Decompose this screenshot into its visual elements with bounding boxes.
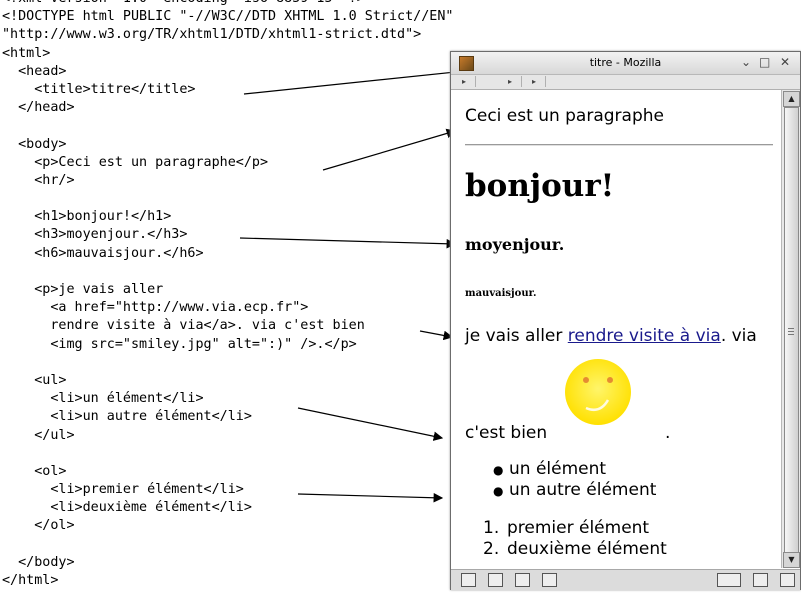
code-line: </head>	[2, 100, 75, 116]
code-line: <h1>bonjour!</h1>	[2, 209, 172, 225]
list-item-text: deuxième élément	[507, 539, 667, 559]
heading-h3: moyenjour.	[465, 235, 565, 254]
list-item: ● un élément	[493, 459, 656, 480]
grip-line	[788, 334, 794, 335]
ordered-list: 1. premier élément 2. deuxième élément	[483, 518, 667, 560]
code-line: <p>je vais aller	[2, 282, 164, 297]
code-line: </body>	[2, 554, 75, 570]
title-bar[interactable]: titre - Mozilla ⌄ □ ✕	[451, 52, 800, 75]
toolbar-grippy-3[interactable]: ▸	[523, 76, 546, 87]
list-item-text: un élément	[509, 459, 607, 479]
code-line: <ol>	[2, 463, 67, 479]
vertical-scrollbar[interactable]: ▲ ▼	[781, 90, 800, 568]
code-line: <h3>moyenjour.</h3>	[2, 227, 188, 243]
code-line: <li>un autre élément</li>	[2, 409, 252, 425]
maximize-icon[interactable]: □	[759, 55, 770, 69]
connection-icon[interactable]	[717, 573, 741, 587]
horizontal-rule	[465, 144, 773, 146]
code-line: <a href="http://www.via.ecp.fr">	[2, 300, 309, 316]
list-number: 2.	[483, 539, 500, 559]
code-line: <!DOCTYPE html PUBLIC "-//W3C//DTD XHTML…	[2, 9, 454, 25]
smiley-image	[565, 359, 631, 425]
toolbar-grippy-2[interactable]: ▸	[499, 76, 522, 87]
list-item-text: premier élément	[507, 518, 650, 538]
addressbook-icon[interactable]	[542, 573, 557, 587]
code-line: <img src="smiley.jpg" alt=":)" />.</p>	[2, 336, 357, 352]
paragraph-text-after-link: . via	[720, 326, 757, 346]
mail-icon[interactable]	[488, 573, 503, 587]
bullet-icon: ●	[493, 463, 504, 477]
code-line: </ul>	[2, 427, 75, 443]
code-line: "http://www.w3.org/TR/xhtml1/DTD/xhtml1-…	[2, 27, 422, 43]
source-code: <?xml version="1.0" encoding="iso-8859-1…	[2, 0, 453, 590]
scroll-thumb[interactable]	[784, 107, 799, 555]
code-line: <title>titre</title>	[2, 81, 196, 97]
code-line: <?xml version="1.0" encoding="iso-8859-1…	[2, 0, 453, 8]
list-number: 1.	[483, 518, 500, 538]
close-icon[interactable]: ✕	[780, 55, 790, 69]
unordered-list: ● un élément ● un autre élément	[493, 459, 656, 501]
code-line: <html>	[2, 45, 51, 61]
paragraph-text-start: je vais aller	[465, 326, 568, 346]
page-content: Ceci est un paragraphe bonjour! moyenjou…	[451, 90, 781, 568]
grip-line	[788, 331, 794, 332]
list-item: ● un autre élément	[493, 480, 656, 501]
composer-icon[interactable]	[515, 573, 530, 587]
paragraph-with-link: je vais aller rendre visite à via. via	[465, 326, 757, 346]
toolbar-grippy-1[interactable]: ▸	[453, 76, 476, 87]
paragraph-end: .	[665, 423, 671, 443]
bullet-icon: ●	[493, 484, 504, 498]
code-line: <li>deuxième élément</li>	[2, 500, 252, 516]
code-line: <p>Ceci est un paragraphe</p>	[2, 154, 269, 170]
list-item-text: un autre élément	[509, 480, 657, 500]
code-line: </ol>	[2, 518, 75, 534]
code-line: <hr/>	[2, 172, 75, 188]
navigator-icon[interactable]	[461, 573, 476, 587]
scroll-up-icon[interactable]: ▲	[783, 91, 800, 107]
list-item: 1. premier élément	[483, 518, 667, 539]
code-line: <head>	[2, 63, 67, 79]
code-line: </html>	[2, 573, 59, 588]
nav-toolbar: ▸ ▸ ▸	[451, 75, 800, 90]
code-line: <li>premier élément</li>	[2, 482, 244, 498]
code-line: <body>	[2, 136, 67, 152]
grip-line	[788, 328, 794, 329]
heading-h6: mauvaisjour.	[465, 288, 537, 299]
list-item: 2. deuxième élément	[483, 539, 667, 560]
via-link[interactable]: rendre visite à via	[568, 326, 721, 346]
scroll-down-icon[interactable]: ▼	[783, 552, 800, 568]
paragraph-line-2: c'est bien	[465, 423, 548, 443]
lock-icon[interactable]	[780, 573, 795, 587]
status-bar	[451, 569, 800, 590]
code-line: rendre visite à via</a>. via c'est bien	[2, 318, 365, 334]
browser-window: titre - Mozilla ⌄ □ ✕ ▸ ▸ ▸ Ceci est un …	[450, 51, 801, 590]
code-line: <ul>	[2, 372, 67, 388]
page-paragraph: Ceci est un paragraphe	[465, 106, 664, 126]
code-line: <h6>mauvaisjour.</h6>	[2, 245, 204, 261]
heading-h1: bonjour!	[465, 168, 615, 204]
code-line: <li>un élément</li>	[2, 391, 204, 407]
shade-icon[interactable]: ⌄	[741, 55, 751, 69]
security-icon[interactable]	[753, 573, 768, 587]
